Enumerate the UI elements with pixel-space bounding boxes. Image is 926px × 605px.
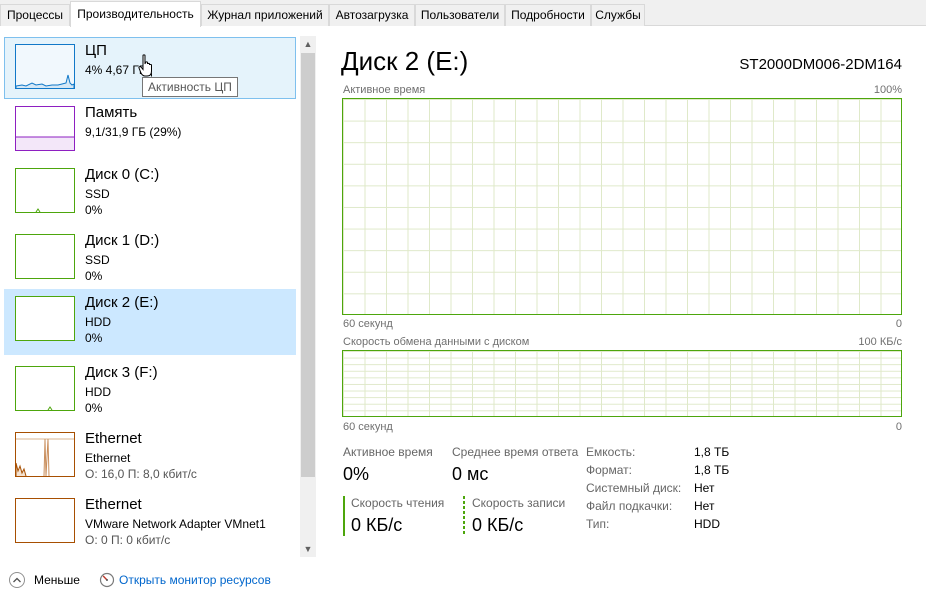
read-speed-value: 0 КБ/с — [351, 515, 403, 535]
graph-active-time-span: 60 секунд — [343, 318, 393, 330]
formatted-value: 1,8 ТБ — [694, 463, 730, 477]
formatted-label: Формат: — [586, 463, 632, 477]
page-title: Диск 2 (E:) — [341, 46, 469, 76]
hand-cursor-icon — [138, 54, 152, 77]
sidebar-item-adapter: VMware Network Adapter VMnet1 — [85, 517, 266, 531]
graph-transfer-min: 0 — [895, 421, 902, 433]
chevron-up-icon — [9, 572, 25, 588]
resource-list: ЦП 4% 4,67 ГГц Память 9,1/31,9 ГБ (29%) … — [0, 32, 300, 555]
sidebar-scrollbar[interactable]: ▲ ▼ — [300, 36, 316, 557]
fewer-details-label: Меньше — [34, 573, 80, 587]
sidebar-item-title: Диск 3 (F:) — [85, 364, 158, 381]
capacity-label: Емкость: — [586, 445, 636, 459]
sidebar-item-ethernet-1[interactable]: Ethernet Ethernet О: 16,0 П: 8,0 кбит/с — [4, 425, 296, 487]
disk-2-thumbnail-graph — [15, 296, 75, 341]
graph-active-time-min: 0 — [895, 318, 902, 330]
sidebar-item-disk-2[interactable]: Диск 2 (E:) HDD 0% — [4, 289, 296, 355]
sidebar-item-title: Диск 2 (E:) — [85, 294, 159, 311]
type-label: Тип: — [586, 517, 610, 531]
sidebar-item-memory[interactable]: Память 9,1/31,9 ГБ (29%) — [4, 99, 296, 161]
disk-0-thumbnail-graph — [15, 168, 75, 213]
disk-1-thumbnail-graph — [15, 234, 75, 279]
sidebar-item-type: HDD — [85, 385, 111, 399]
response-time-label: Среднее время ответа — [452, 445, 579, 459]
sidebar-item-title: Память — [85, 104, 138, 121]
sidebar-item-title: Ethernet — [85, 496, 142, 513]
sidebar-item-disk-1[interactable]: Диск 1 (D:) SSD 0% — [4, 227, 296, 289]
tab-users[interactable]: Пользователи — [415, 4, 505, 26]
transfer-rate-graph — [342, 350, 902, 417]
sidebar-item-usage: 0% — [85, 401, 103, 415]
page-file-value: Нет — [694, 499, 715, 513]
graph-transfer-label: Скорость обмена данными с диском — [343, 336, 530, 348]
sidebar-item-throughput: О: 0 П: 0 кбит/с — [85, 533, 171, 547]
tab-processes[interactable]: Процессы — [0, 4, 70, 26]
write-speed-label: Скорость записи — [472, 496, 566, 510]
sidebar-item-usage: 0% — [85, 203, 103, 217]
active-time-label: Активное время — [343, 445, 433, 459]
graph-active-time-label: Активное время — [343, 84, 426, 96]
sidebar-item-title: Диск 1 (D:) — [85, 232, 160, 249]
tab-services[interactable]: Службы — [591, 4, 645, 26]
graph-active-time-max: 100% — [873, 84, 902, 96]
sidebar-item-disk-0[interactable]: Диск 0 (C:) SSD 0% — [4, 161, 296, 223]
sidebar-item-subtitle: 9,1/31,9 ГБ (29%) — [85, 125, 182, 139]
sidebar-item-throughput: О: 16,0 П: 8,0 кбит/с — [85, 467, 197, 481]
disk-model: ST2000DM006-2DM164 — [739, 56, 902, 73]
read-speed-indicator — [343, 496, 345, 536]
sidebar-item-title: Ethernet — [85, 430, 142, 447]
ethernet-2-thumbnail-graph — [15, 498, 75, 543]
sidebar-item-title: ЦП — [85, 42, 107, 59]
scroll-down-icon[interactable]: ▼ — [300, 541, 316, 557]
read-speed-label: Скорость чтения — [351, 496, 445, 510]
tab-performance[interactable]: Производительность — [70, 1, 201, 27]
sidebar-item-type: SSD — [85, 253, 110, 267]
scroll-up-icon[interactable]: ▲ — [300, 36, 316, 52]
tab-bar: Процессы Производительность Журнал прило… — [0, 0, 926, 27]
resource-monitor-label: Открыть монитор ресурсов — [119, 573, 271, 587]
write-speed-value: 0 КБ/с — [472, 515, 524, 535]
graph-transfer-span: 60 секунд — [343, 421, 393, 433]
memory-thumbnail-graph — [15, 106, 75, 151]
sidebar-item-disk-3[interactable]: Диск 3 (F:) HDD 0% — [4, 359, 296, 421]
sidebar-item-usage: 0% — [85, 269, 103, 283]
system-disk-value: Нет — [694, 481, 715, 495]
active-time-value: 0% — [343, 464, 370, 484]
tab-details[interactable]: Подробности — [505, 4, 591, 26]
response-time-value: 0 мс — [452, 464, 489, 484]
capacity-value: 1,8 ТБ — [694, 445, 730, 459]
sidebar-item-type: HDD — [85, 315, 111, 329]
page-file-label: Файл подкачки: — [586, 499, 673, 513]
cpu-tooltip: Активность ЦП — [142, 77, 238, 97]
tab-startup[interactable]: Автозагрузка — [329, 4, 415, 26]
disk-3-thumbnail-graph — [15, 366, 75, 411]
resource-monitor-icon — [99, 572, 115, 588]
ethernet-1-thumbnail-graph — [15, 432, 75, 477]
sidebar-item-adapter: Ethernet — [85, 451, 131, 465]
sidebar-item-type: SSD — [85, 187, 110, 201]
type-value: HDD — [694, 517, 720, 531]
write-speed-indicator — [463, 496, 465, 536]
active-time-graph — [342, 98, 902, 315]
graph-transfer-max: 100 КБ/с — [858, 336, 902, 348]
scrollbar-thumb[interactable] — [301, 53, 315, 477]
sidebar-item-usage: 0% — [85, 331, 103, 345]
sidebar-item-title: Диск 0 (C:) — [85, 166, 160, 183]
system-disk-label: Системный диск: — [586, 481, 682, 495]
tab-app-history[interactable]: Журнал приложений — [201, 4, 329, 26]
cpu-thumbnail-graph — [15, 44, 75, 89]
sidebar-item-ethernet-2[interactable]: Ethernet VMware Network Adapter VMnet1 О… — [4, 491, 296, 553]
